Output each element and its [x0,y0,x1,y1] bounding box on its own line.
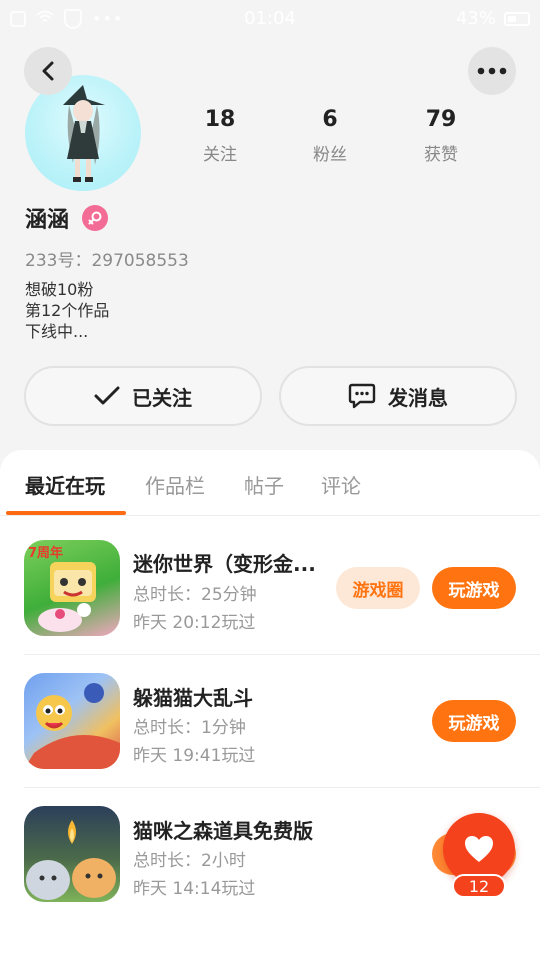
tab-recently-played[interactable]: 最近在玩 [25,470,105,499]
game-title: 迷你世界（变形金... [133,552,316,576]
back-arrow-icon [42,61,54,81]
game-last-played: 昨天 14:14玩过 [133,879,256,899]
female-gender-icon [82,205,108,231]
anniversary-badge: 7周年 [28,546,64,561]
play-game-button[interactable]: 玩游戏 [432,567,516,609]
bio-line: 想破10粉 [25,280,94,299]
stat-label: 关注 [203,145,237,165]
status-bar: ••• 01:04 43% [0,0,540,38]
game-icon-mini-world: 7周年 [24,540,120,636]
stat-following[interactable]: 18 关注 [170,106,270,165]
stat-value: 79 [425,107,457,132]
send-message-button[interactable]: 发消息 [279,366,517,426]
game-duration: 总时长：1分钟 [133,718,246,738]
play-game-button[interactable]: 玩游戏 [432,700,516,742]
game-duration: 总时长：25分钟 [133,585,257,605]
like-count-badge: 12 [452,874,506,898]
game-title: 猫咪之森道具免费版 [133,819,313,843]
active-tab-indicator [6,511,126,515]
heart-icon [465,836,493,862]
stat-label: 粉丝 [313,145,347,165]
game-last-played: 昨天 20:12玩过 [133,613,256,633]
tab-comments[interactable]: 评论 [321,470,361,499]
bio-line: 第12个作品 [25,301,110,320]
game-last-played: 昨天 19:41玩过 [133,746,256,766]
battery-icon [504,11,530,26]
stat-likes[interactable]: 79 获赞 [391,106,491,165]
game-icon-hide-and-seek [24,673,120,769]
game-duration: 总时长：2小时 [133,851,246,871]
tab-works[interactable]: 作品栏 [145,470,205,499]
game-circle-button[interactable]: 游戏圈 [336,567,420,609]
game-icon-cat-forest [24,806,120,902]
send-message-label: 发消息 [388,385,448,410]
followed-button[interactable]: 已关注 [24,366,262,426]
battery-level: 43% [455,8,496,29]
game-title: 躲猫猫大乱斗 [133,686,253,710]
list-item-game[interactable]: 7周年 迷你世界（变形金... 总时长：25分钟 昨天 20:12玩过 游戏圈 … [0,522,540,655]
more-dots-icon [477,67,507,75]
user-id: 233号：297058553 [25,251,189,271]
chat-bubble-icon [348,383,376,409]
stat-value: 6 [322,107,338,132]
tab-posts[interactable]: 帖子 [244,470,284,499]
stat-value: 18 [204,107,236,132]
bio-line: 下线中... [25,322,89,341]
list-item-game[interactable]: 躲猫猫大乱斗 总时长：1分钟 昨天 19:41玩过 玩游戏 [0,655,540,788]
bio: 想破10粉 第12个作品 下线中... [25,279,109,342]
checkmark-icon [94,386,120,405]
stat-label: 获赞 [424,145,458,165]
status-icons-right: 43% [456,8,530,29]
back-button[interactable] [24,47,72,95]
username: 涵涵 [25,208,70,233]
tab-bar: 最近在玩 作品栏 帖子 评论 [0,450,540,516]
followed-label: 已关注 [132,385,192,410]
more-options-button[interactable] [468,47,516,95]
stat-fans[interactable]: 6 粉丝 [280,106,380,165]
